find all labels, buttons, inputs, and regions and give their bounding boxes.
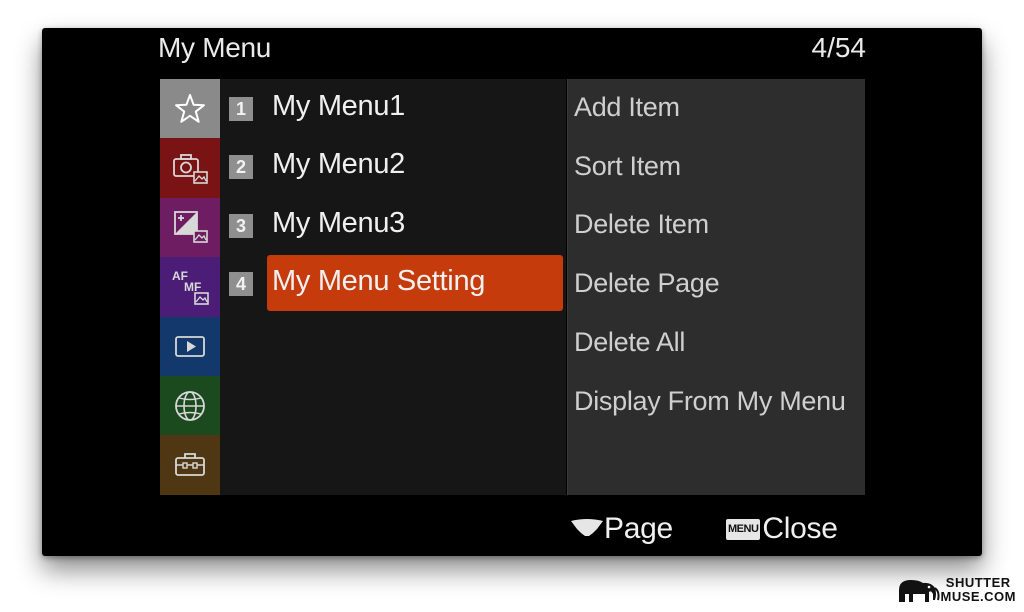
tab-my-menu[interactable] [160,79,220,139]
page-label: Page [604,512,673,545]
camera-icon [173,154,208,184]
option-delete-all[interactable]: Delete All [574,327,685,358]
tab-focus[interactable]: AF MF [160,257,220,317]
tab-exposure-color[interactable] [160,197,220,258]
toolbox-icon [175,453,205,476]
menu-item-my-menu1[interactable]: 1 My Menu1 [220,79,566,137]
page-indicator: 4/54 [811,32,867,63]
menu-item-my-menu3[interactable]: 3 My Menu3 [220,196,566,254]
item-label: My Menu1 [272,90,405,122]
tab-setup[interactable] [160,435,220,495]
option-delete-page[interactable]: Delete Page [574,268,720,299]
submenu-panel: Add Item Sort Item Delete Item Delete Pa… [567,79,865,495]
menu-title: My Menu [158,32,272,63]
watermark-text: SHUTTER MUSE.COM [940,575,1016,604]
star-icon [175,93,205,123]
control-dial-icon [571,519,603,536]
item-number: 2 [229,155,253,179]
menu-item-my-menu-setting[interactable]: 4 My Menu Setting [220,254,566,312]
camera-menu-screen: My Menu 4/54 AF MF 1 My Menu1 2 My Menu2… [42,28,982,556]
option-sort-item[interactable]: Sort Item [574,151,681,182]
item-label: My Menu Setting [272,265,486,297]
option-delete-item[interactable]: Delete Item [574,209,709,240]
elephant-logo-icon [898,580,940,602]
menu-key-icon: MENU [726,518,761,540]
item-label: My Menu3 [272,207,405,239]
item-number: 4 [229,272,253,296]
play-icon [175,336,205,358]
tab-playback[interactable] [160,316,220,376]
tab-network[interactable] [160,375,220,436]
menu-item-my-menu2[interactable]: 2 My Menu2 [220,137,566,195]
close-hint[interactable]: MENU Close [726,512,838,546]
af-mf-icon: AF MF [172,269,209,305]
svg-text:MF: MF [184,280,201,294]
watermark-logo: SHUTTER MUSE.COM [893,574,1017,606]
exposure-icon [174,211,208,244]
menu-list: 1 My Menu1 2 My Menu2 3 My Menu3 4 My Me… [220,79,566,495]
page-hint[interactable]: Page [570,512,673,546]
item-number: 3 [229,214,253,238]
globe-icon [175,390,205,421]
item-label: My Menu2 [272,148,405,180]
option-display-from-my-menu[interactable]: Display From My Menu [574,386,846,417]
tab-camera[interactable] [160,138,220,198]
item-number: 1 [229,97,253,121]
option-add-item[interactable]: Add Item [574,92,680,123]
close-label: Close [762,512,838,545]
category-tabs: AF MF [160,79,220,495]
